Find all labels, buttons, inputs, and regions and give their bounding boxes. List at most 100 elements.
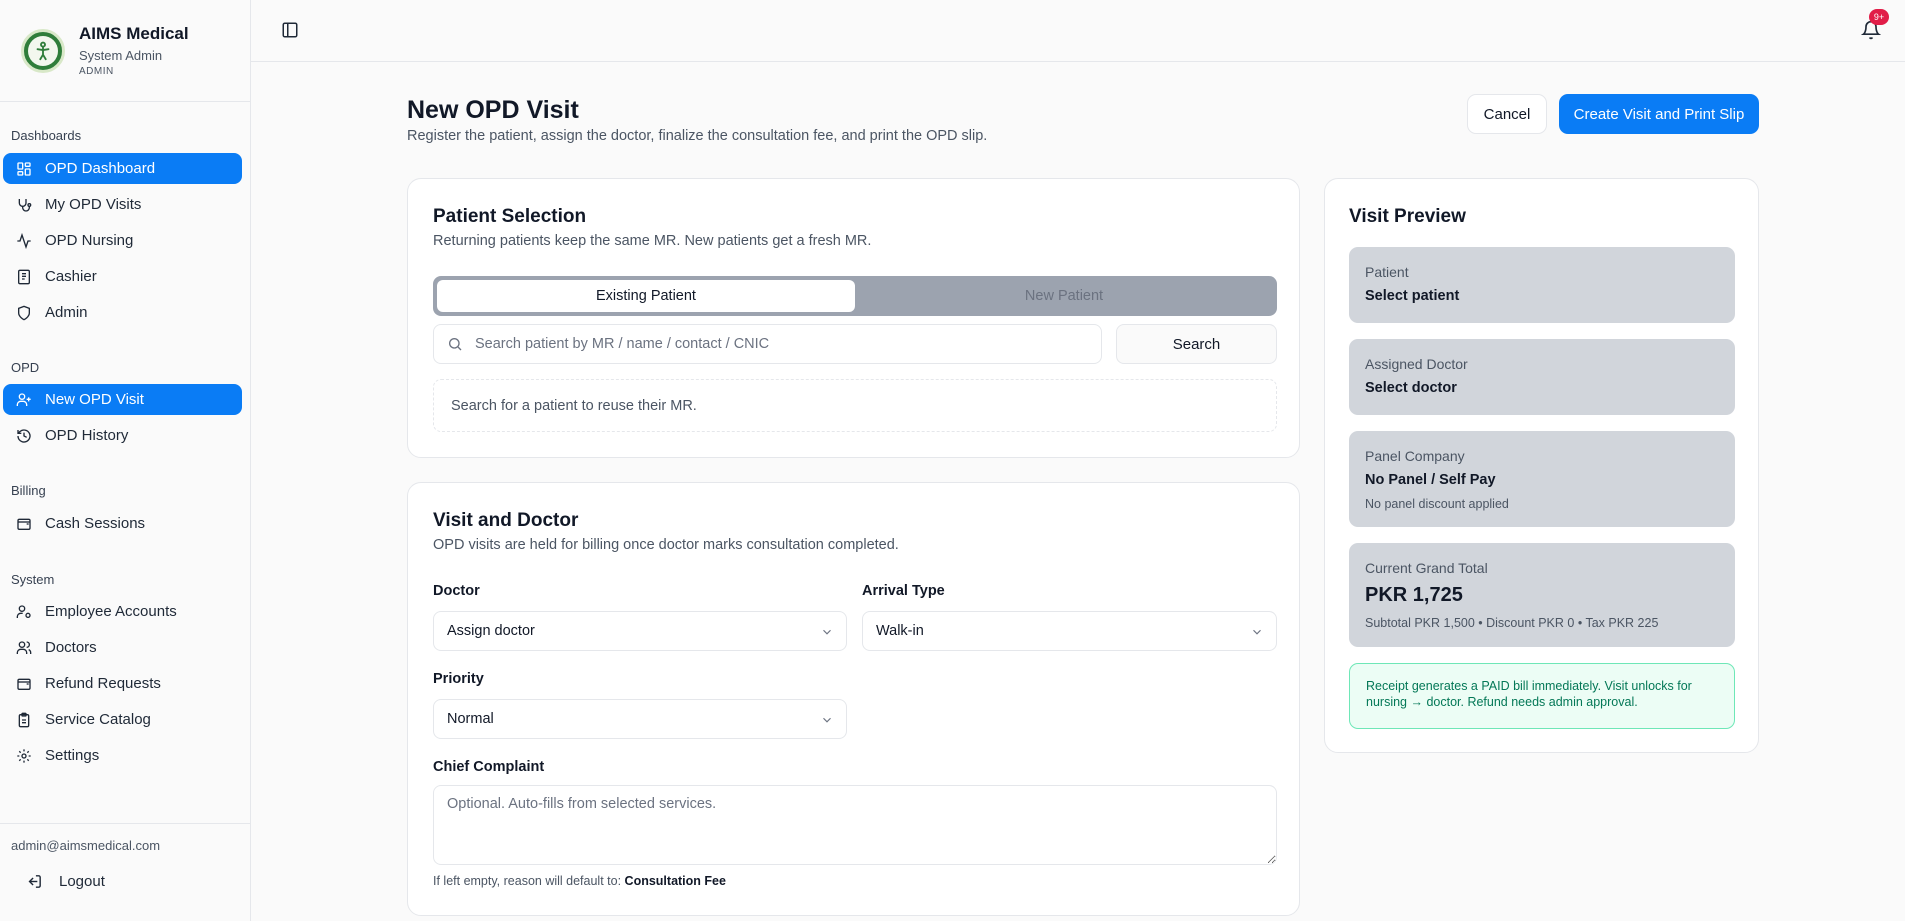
priority-select[interactable]: Normal [433, 699, 847, 739]
sidebar-item-label: Employee Accounts [45, 603, 177, 620]
sidebar-item-label: OPD Nursing [45, 232, 134, 249]
sidebar-item-opd-history[interactable]: OPD History [3, 420, 242, 451]
complaint-help-text: If left empty, reason will default to: C… [433, 874, 726, 888]
clipboard-icon [18, 712, 30, 727]
sidebar-item-admin[interactable]: Admin [3, 297, 242, 328]
priority-label: Priority [433, 671, 484, 687]
notification-count-badge: 9+ [1869, 9, 1889, 25]
account-email: admin@aimsmedical.com [11, 838, 161, 853]
grand-total-value: PKR 1,725 [1365, 584, 1463, 606]
preview-label: Patient [1365, 264, 1409, 280]
sidebar-item-my-opd-visits[interactable]: My OPD Visits [3, 189, 242, 220]
sidebar-item-settings[interactable]: Settings [3, 740, 242, 771]
priority-value: Normal [447, 711, 494, 727]
card-title: Visit Preview [1349, 206, 1466, 227]
page-title: New OPD Visit [407, 96, 579, 124]
users-icon [16, 640, 32, 654]
chief-complaint-label: Chief Complaint [433, 759, 545, 775]
stethoscope-icon [18, 198, 32, 212]
sidebar-footer: admin@aimsmedical.com Logout [0, 823, 251, 921]
logout-icon [28, 875, 41, 888]
tab-existing-patient[interactable]: Existing Patient [437, 280, 855, 312]
sidebar-item-label: OPD Dashboard [45, 160, 156, 177]
shield-icon [18, 305, 30, 320]
wallet-icon [17, 678, 31, 690]
activity-icon [17, 232, 31, 249]
sidebar-item-label: My OPD Visits [45, 196, 142, 213]
card-title: Visit and Doctor [433, 510, 579, 531]
patient-selection-card: Patient Selection Returning patients kee… [407, 178, 1300, 458]
search-button[interactable]: Search [1116, 324, 1277, 364]
create-visit-print-button[interactable]: Create Visit and Print Slip [1559, 94, 1759, 134]
sidebar-item-label: OPD History [45, 427, 129, 444]
sidebar-item-opd-nursing[interactable]: OPD Nursing [3, 225, 242, 256]
sidebar-toggle-icon[interactable] [281, 21, 299, 39]
preview-label: Assigned Doctor [1365, 356, 1468, 372]
arrival-type-label: Arrival Type [862, 583, 945, 599]
total-breakdown: Subtotal PKR 1,500 • Discount PKR 0 • Ta… [1365, 616, 1659, 630]
page-subtitle: Register the patient, assign the doctor,… [407, 128, 988, 144]
sidebar-item-label: Cash Sessions [45, 515, 146, 532]
sidebar-item-cashier[interactable]: Cashier [3, 261, 242, 292]
tab-new-patient[interactable]: New Patient [855, 280, 1273, 312]
nav-group-system: System [11, 572, 55, 587]
user-role: System Admin [79, 48, 163, 63]
card-title: Patient Selection [433, 206, 587, 227]
sidebar-item-opd-dashboard[interactable]: OPD Dashboard [3, 153, 242, 184]
sidebar-item-label: Settings [45, 747, 100, 764]
visit-doctor-card: Visit and Doctor OPD visits are held for… [407, 482, 1300, 916]
doctor-select[interactable]: Assign doctor [433, 611, 847, 651]
sidebar-item-doctors[interactable]: Doctors [3, 632, 242, 663]
sidebar-item-label: Admin [45, 304, 88, 321]
help-default-reason: Consultation Fee [624, 874, 726, 888]
visit-preview-card: Visit Preview Patient Select patient Ass… [1324, 178, 1759, 753]
sidebar-item-label: New OPD Visit [45, 391, 144, 408]
preview-doctor: Assigned Doctor Select doctor [1349, 339, 1735, 415]
payment-notice: Receipt generates a PAID bill immediatel… [1349, 663, 1735, 729]
logout-label: Logout [59, 873, 105, 890]
sidebar-item-employee-accounts[interactable]: Employee Accounts [3, 596, 242, 627]
doctor-select-value: Assign doctor [447, 623, 535, 639]
sidebar-item-new-opd-visit[interactable]: New OPD Visit [3, 384, 242, 415]
patient-search-field[interactable] [433, 324, 1102, 364]
hospital-logo [21, 28, 65, 73]
brand-header: AIMS Medical System Admin ADMIN [0, 0, 250, 102]
brand-name: AIMS Medical [79, 24, 189, 43]
logout-button[interactable]: Logout [26, 873, 105, 890]
patient-search-input[interactable] [475, 336, 1075, 352]
sidebar-item-label: Refund Requests [45, 675, 161, 692]
chevron-down-icon [823, 717, 831, 723]
preview-value: Select patient [1365, 288, 1460, 304]
nav-group-billing: Billing [11, 483, 46, 498]
sidebar-item-cash-sessions[interactable]: Cash Sessions [3, 508, 242, 539]
preview-patient: Patient Select patient [1349, 247, 1735, 323]
sidebar: AIMS Medical System Admin ADMIN Dashboar… [0, 0, 251, 921]
arrival-type-select[interactable]: Walk-in [862, 611, 1277, 651]
patient-type-toggle: Existing Patient New Patient [433, 276, 1277, 316]
preview-label: Panel Company [1365, 448, 1465, 464]
sidebar-item-label: Cashier [45, 268, 97, 285]
sidebar-item-label: Service Catalog [45, 711, 151, 728]
cancel-button[interactable]: Cancel [1467, 94, 1547, 134]
nav-group-opd: OPD [11, 360, 40, 375]
chief-complaint-input[interactable] [433, 785, 1277, 865]
preview-value: No Panel / Self Pay [1365, 472, 1496, 488]
history-icon [17, 428, 31, 443]
gear-icon [17, 748, 31, 763]
preview-note: No panel discount applied [1365, 497, 1509, 511]
doctor-label: Doctor [433, 583, 480, 599]
sidebar-item-refund-requests[interactable]: Refund Requests [3, 668, 242, 699]
sidebar-item-label: Doctors [45, 639, 97, 656]
preview-label: Current Grand Total [1365, 560, 1488, 576]
topbar: 9+ [251, 0, 1905, 62]
sidebar-item-service-catalog[interactable]: Service Catalog [3, 704, 242, 735]
help-prefix: If left empty, reason will default to: [433, 874, 622, 888]
user-cog-icon [16, 604, 31, 618]
card-description: OPD visits are held for billing once doc… [433, 537, 899, 553]
wallet-icon [17, 518, 31, 530]
chevron-down-icon [1253, 629, 1261, 635]
search-empty-hint: Search for a patient to reuse their MR. [433, 379, 1277, 432]
dashboard-icon [17, 161, 31, 176]
preview-grand-total: Current Grand Total PKR 1,725 Subtotal P… [1349, 543, 1735, 647]
user-plus-icon [16, 392, 31, 406]
